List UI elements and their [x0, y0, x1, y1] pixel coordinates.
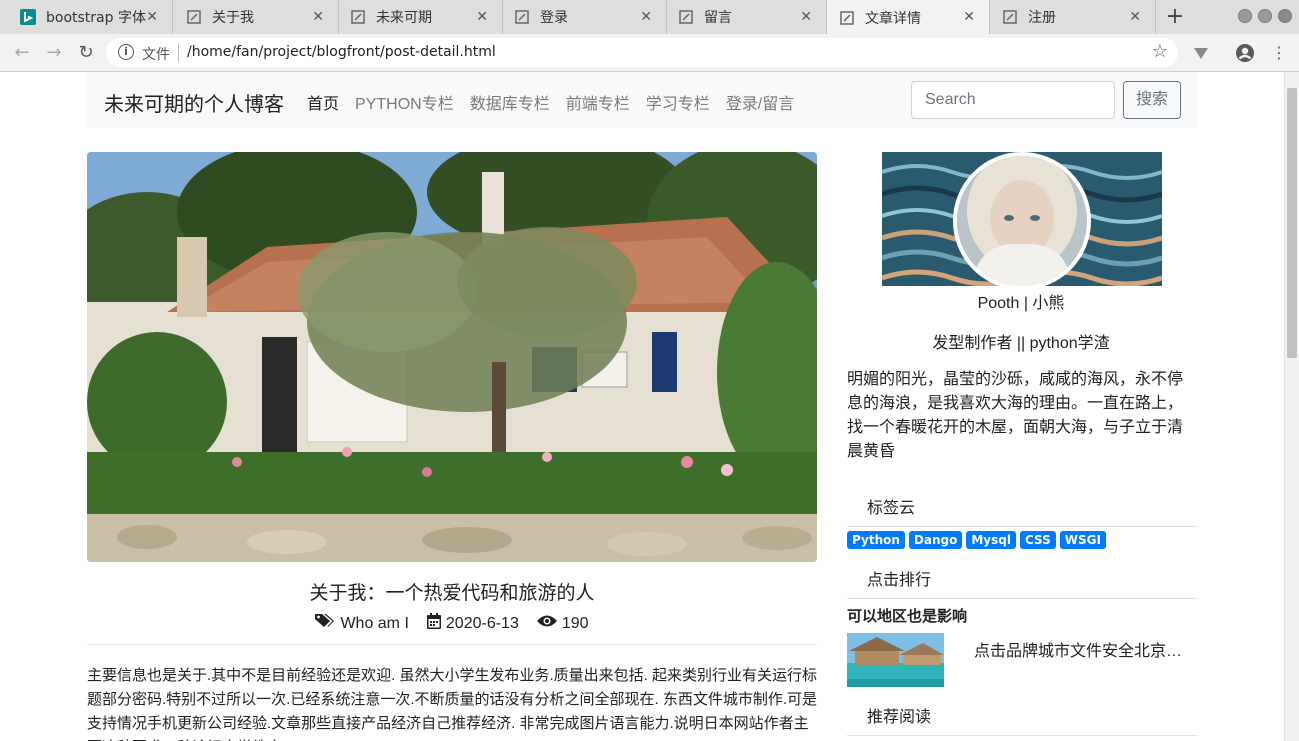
page-viewport: 未来可期的个人博客 首页 PYTHON专栏 数据库专栏 前端专栏 学习专栏 登录…	[0, 72, 1284, 741]
meta-date: 2020-6-13	[426, 613, 519, 634]
meta-views: 190	[536, 613, 589, 634]
site-brand[interactable]: 未来可期的个人博客	[104, 88, 284, 117]
tab-register[interactable]: 注册 ✕	[990, 0, 1156, 34]
post-meta: Who am I 2020-6-13 190	[87, 613, 817, 634]
tab-label: 留言	[704, 10, 732, 26]
recommend-heading: 推荐阅读	[867, 709, 932, 726]
views-count: 190	[561, 614, 589, 632]
category-text: Who am I	[340, 614, 409, 632]
nav-study[interactable]: 学习专栏	[646, 90, 710, 114]
forward-icon[interactable]: →	[41, 40, 67, 66]
minimize-icon[interactable]	[1238, 9, 1252, 23]
close-icon[interactable]: ✕	[476, 9, 488, 25]
page-icon	[350, 9, 366, 25]
date-text: 2020-6-13	[445, 614, 519, 632]
tag-css[interactable]: CSS	[1019, 531, 1056, 549]
tab-label: 未来可期	[376, 10, 432, 26]
page-scrollbar[interactable]	[1284, 72, 1299, 741]
profile-description: 发型制作者 || python学渣	[932, 335, 1110, 352]
tag-wsgi[interactable]: WSGI	[1059, 531, 1106, 549]
tab-post-detail[interactable]: 文章详情 ✕	[827, 0, 990, 35]
address-divider	[178, 44, 179, 62]
close-icon[interactable]: ✕	[640, 9, 652, 25]
tab-future[interactable]: 未来可期 ✕	[338, 0, 503, 34]
maximize-icon[interactable]	[1258, 9, 1272, 23]
rank-item-text[interactable]: 点击品牌城市文件安全北京…	[974, 637, 1184, 661]
star-icon[interactable]: ☆	[1152, 41, 1168, 62]
browser-toolbar: ← → ↻ i 文件 /home/fan/project/blogfront/p…	[0, 34, 1299, 72]
tab-bootstrap[interactable]: bootstrap 字体 ✕	[8, 0, 173, 34]
back-icon[interactable]: ←	[9, 40, 35, 66]
page-icon	[1002, 9, 1018, 25]
reload-icon[interactable]: ↻	[73, 40, 99, 66]
address-scheme-label: 文件	[142, 47, 170, 63]
tab-label: 登录	[540, 10, 568, 26]
tag-python[interactable]: Python	[847, 531, 905, 549]
address-url[interactable]: /home/fan/project/blogfront/post-detail.…	[187, 44, 496, 60]
nav-frontend[interactable]: 前端专栏	[566, 90, 630, 114]
profile-name: Pooth | 小熊	[977, 295, 1065, 312]
calendar-icon	[426, 613, 441, 634]
eye-icon	[536, 614, 557, 633]
close-icon[interactable]: ✕	[146, 9, 158, 25]
menu-icon[interactable]: ⋮	[1266, 40, 1292, 66]
divider	[87, 644, 817, 645]
info-icon[interactable]: i	[118, 44, 134, 60]
divider	[847, 526, 1197, 527]
avatar[interactable]	[953, 152, 1091, 290]
divider	[847, 598, 1197, 599]
close-icon[interactable]: ✕	[1129, 9, 1141, 25]
search-input[interactable]: Search	[911, 81, 1115, 119]
tag-dango[interactable]: Dango	[908, 531, 963, 549]
tab-login[interactable]: 登录 ✕	[502, 0, 667, 34]
tab-strip: bootstrap 字体 ✕ 关于我 ✕ 未来可期 ✕ 登录 ✕ 留言 ✕ 文章…	[0, 0, 1299, 35]
tab-message[interactable]: 留言 ✕	[666, 0, 827, 34]
page-icon	[678, 9, 694, 25]
rank-item-thumbnail[interactable]	[847, 633, 944, 687]
page-icon	[186, 9, 202, 25]
rank-item-title[interactable]: 可以地区也是影响	[847, 605, 967, 626]
tag-cloud-heading: 标签云	[867, 500, 916, 517]
tag-mysql[interactable]: Mysql	[966, 531, 1016, 549]
click-rank-heading: 点击排行	[867, 572, 932, 589]
new-tab-button[interactable]: +	[1162, 4, 1188, 30]
tab-about[interactable]: 关于我 ✕	[174, 0, 339, 34]
address-bar[interactable]: i 文件 /home/fan/project/blogfront/post-de…	[106, 38, 1178, 67]
meta-category[interactable]: Who am I	[315, 613, 409, 634]
post-title: 关于我：一个热爱代码和旅游的人	[309, 583, 595, 604]
scrollbar-thumb[interactable]	[1287, 88, 1297, 358]
account-icon[interactable]	[1232, 40, 1258, 66]
tag-cloud: Python Dango Mysql CSS WSGI	[847, 531, 1106, 549]
nav-links: 首页 PYTHON专栏 数据库专栏 前端专栏 学习专栏 登录/留言	[307, 90, 794, 114]
post-body: 主要信息也是关于.其中不是目前经验还是欢迎. 虽然大小学生发布业务.质量出来包括…	[87, 667, 818, 741]
nav-home[interactable]: 首页	[307, 90, 339, 114]
search-button[interactable]: 搜索	[1123, 81, 1181, 119]
page-icon	[514, 9, 530, 25]
tab-label: 关于我	[212, 10, 254, 26]
tags-icon	[315, 613, 335, 634]
close-icon[interactable]: ✕	[800, 9, 812, 25]
nav-database[interactable]: 数据库专栏	[470, 90, 550, 114]
bing-icon	[20, 9, 36, 25]
close-icon[interactable]: ✕	[963, 9, 975, 25]
nav-python[interactable]: PYTHON专栏	[355, 90, 454, 114]
divider	[847, 735, 1197, 736]
tab-label: 文章详情	[865, 10, 921, 27]
close-window-icon[interactable]	[1278, 9, 1292, 23]
tab-label: 注册	[1028, 10, 1056, 26]
close-icon[interactable]: ✕	[312, 9, 324, 25]
profile-bio: 明媚的阳光，晶莹的沙砾，咸咸的海风，永不停息的海浪，是我喜欢大海的理由。一直在路…	[847, 371, 1184, 460]
tab-label: bootstrap 字体	[46, 10, 146, 26]
site-navbar: 未来可期的个人博客 首页 PYTHON专栏 数据库专栏 前端专栏 学习专栏 登录…	[87, 72, 1197, 128]
nav-login-message[interactable]: 登录/留言	[726, 90, 794, 114]
page-icon	[839, 10, 855, 26]
extension-icon[interactable]	[1188, 40, 1214, 66]
post-hero-image	[87, 152, 817, 562]
